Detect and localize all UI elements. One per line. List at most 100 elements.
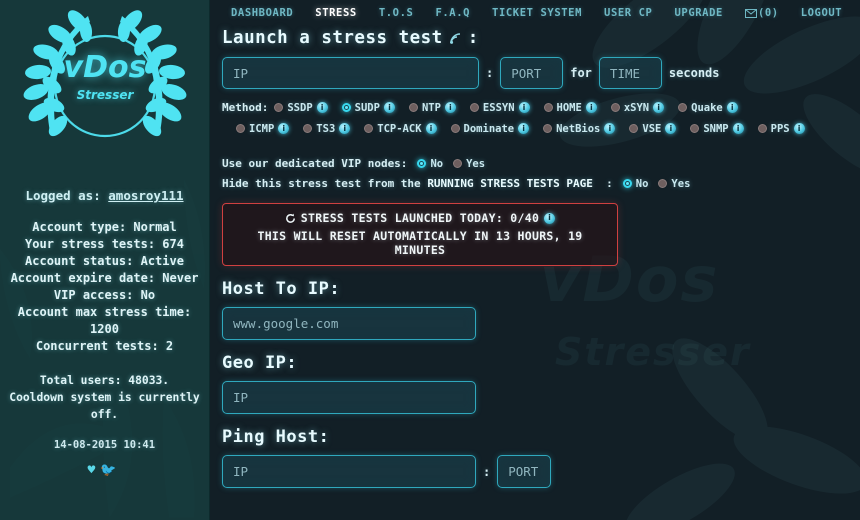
account-info-line: Concurrent tests: 2 <box>35 339 174 353</box>
info-icon[interactable]: i <box>425 123 437 134</box>
info-icon[interactable]: i <box>653 102 665 113</box>
method-option-tcp-ack[interactable]: TCP-ACK i <box>364 123 437 135</box>
method-option-ntp[interactable]: NTP i <box>408 102 456 114</box>
nav-stress[interactable]: STRESS <box>304 7 368 19</box>
radio-ntp[interactable] <box>408 103 418 112</box>
seconds-label: seconds <box>668 66 720 80</box>
nav-dashboard[interactable]: DASHBOARD <box>220 7 304 19</box>
radio-vip-no[interactable] <box>417 159 427 168</box>
info-icon[interactable]: i <box>518 102 530 113</box>
method-option-sudp[interactable]: SUDP i <box>341 102 395 114</box>
nav-faq[interactable]: F.A.Q <box>424 7 481 19</box>
radio-pps[interactable] <box>757 124 767 133</box>
host-to-ip-title: Host To IP: <box>222 279 341 299</box>
stress-port-input[interactable] <box>500 57 564 89</box>
ping-host-port-input[interactable] <box>497 455 552 488</box>
social-links: ♥🐦 <box>0 463 209 478</box>
stress-panel: Launch a stress test : : for seconds <box>210 22 860 488</box>
ping-host-ip-input[interactable] <box>222 455 476 488</box>
info-icon[interactable]: i <box>585 102 597 113</box>
method-option-pps[interactable]: PPS i <box>757 122 805 135</box>
method-option-essyn[interactable]: ESSYN i <box>469 102 530 114</box>
nav-tos[interactable]: T.O.S <box>368 7 425 19</box>
info-icon[interactable]: i <box>604 123 616 134</box>
method-option-vse[interactable]: VSE i <box>629 122 677 135</box>
info-icon[interactable]: i <box>793 123 805 134</box>
method-option-label: PPS <box>770 122 790 135</box>
info-icon[interactable]: i <box>518 123 530 134</box>
method-option-dominate[interactable]: Dominate i <box>450 123 530 135</box>
radio-hide-no[interactable] <box>622 179 632 188</box>
info-icon[interactable]: i <box>544 212 556 224</box>
info-icon[interactable]: i <box>339 123 351 134</box>
username-link[interactable]: amosroy111 <box>108 188 183 203</box>
radio-vip-yes[interactable] <box>453 159 463 168</box>
method-option-home[interactable]: HOME i <box>543 102 597 114</box>
host-to-ip-input[interactable] <box>222 307 476 340</box>
radio-icmp[interactable] <box>236 124 245 133</box>
method-option-quake[interactable]: Quake i <box>678 102 738 114</box>
stress-ip-input[interactable] <box>222 57 479 89</box>
host-to-ip-section: Host To IP: <box>222 279 848 340</box>
radio-home[interactable] <box>543 103 553 112</box>
info-icon[interactable]: i <box>316 102 328 113</box>
radio-hide-yes[interactable] <box>658 179 668 188</box>
account-info-line: Your stress tests: 674 <box>25 237 184 251</box>
info-icon[interactable]: i <box>444 102 456 113</box>
hide-test-row: Hide this stress test from the RUNNING S… <box>222 177 848 190</box>
method-option-xsyn[interactable]: xSYN i <box>610 101 665 114</box>
logo-subtitle: Stresser <box>76 88 134 102</box>
nav-logout[interactable]: LOGOUT <box>790 7 854 19</box>
hide-option-yes[interactable]: Yes <box>658 178 690 190</box>
heart-icon[interactable]: ♥ <box>87 463 100 478</box>
account-info-line: Account status: Active <box>25 254 184 268</box>
method-option-ssdp[interactable]: SSDP i <box>274 101 328 114</box>
radio-sudp[interactable] <box>341 103 351 112</box>
info-icon[interactable]: i <box>726 102 738 113</box>
launch-quota-line-1: STRESS TESTS LAUNCHED TODAY: 0/40 i <box>231 211 609 225</box>
nav-messages[interactable]: (0) <box>734 7 790 19</box>
geo-ip-input[interactable] <box>222 381 476 414</box>
info-icon[interactable]: i <box>665 123 677 134</box>
nav-ticket-system[interactable]: TICKET SYSTEM <box>481 7 593 19</box>
vip-option-no[interactable]: No <box>417 158 443 170</box>
radio-quake[interactable] <box>678 103 688 112</box>
hide-option-no[interactable]: No <box>622 178 648 190</box>
account-info-line: Account expire date: Never <box>10 271 199 285</box>
for-label: for <box>570 66 592 80</box>
ping-host-separator: : <box>483 464 491 479</box>
info-icon[interactable]: i <box>278 123 290 134</box>
radio-snmp[interactable] <box>690 124 700 133</box>
method-option-snmp[interactable]: SNMP i <box>690 123 744 135</box>
radio-dominate[interactable] <box>450 124 460 133</box>
twitter-bird-icon[interactable]: 🐦 <box>100 463 121 478</box>
method-option-label: SSDP <box>287 101 313 114</box>
main-content: vDos Stresser DASHBOARD STRESS T.O.S F.A… <box>210 0 860 520</box>
ping-host-section: Ping Host: : <box>222 427 848 488</box>
logo[interactable]: vDos Stresser <box>0 0 209 178</box>
vip-option-yes[interactable]: Yes <box>453 158 485 170</box>
radio-ts3[interactable] <box>303 124 313 133</box>
radio-vse[interactable] <box>629 124 639 133</box>
method-option-label: xSYN <box>623 101 650 114</box>
radio-essyn[interactable] <box>469 103 479 112</box>
method-option-netbios[interactable]: NetBios i <box>543 123 616 135</box>
method-label: Method: <box>222 101 269 114</box>
vip-option-label: No <box>430 157 444 170</box>
nav-upgrade[interactable]: UPGRADE <box>663 7 733 19</box>
radio-tcp-ack[interactable] <box>364 124 374 133</box>
method-option-ts3[interactable]: TS3 i <box>303 123 351 135</box>
nav-user-cp[interactable]: USER CP <box>593 7 663 19</box>
total-users: Total users: 48033. <box>39 374 170 387</box>
hide-test-label: Hide this stress test from the <box>222 177 421 190</box>
running-tests-page-link[interactable]: RUNNING STRESS TESTS PAGE <box>427 177 593 190</box>
method-option-label: VSE <box>642 122 662 135</box>
radio-netbios[interactable] <box>543 124 553 133</box>
logged-as: Logged as: amosroy111 <box>0 188 209 203</box>
method-option-icmp[interactable]: ICMP i <box>236 123 290 135</box>
radio-xsyn[interactable] <box>610 103 620 112</box>
radio-ssdp[interactable] <box>274 103 284 112</box>
info-icon[interactable]: i <box>383 102 395 113</box>
stress-time-input[interactable] <box>598 57 662 89</box>
info-icon[interactable]: i <box>732 123 744 134</box>
